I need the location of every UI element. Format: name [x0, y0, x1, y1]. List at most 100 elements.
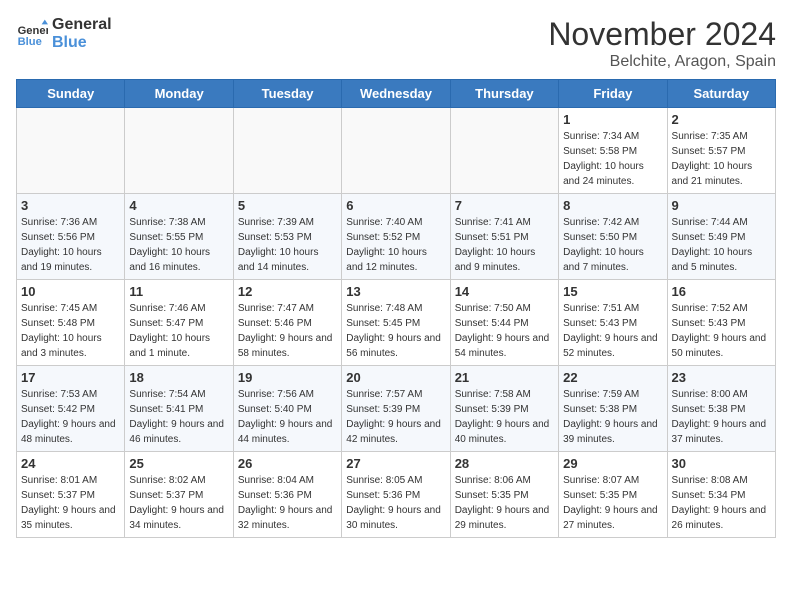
calendar-cell: 10Sunrise: 7:45 AM Sunset: 5:48 PM Dayli…	[17, 280, 125, 366]
logo-text-line2: Blue	[52, 34, 112, 52]
weekday-header-thursday: Thursday	[450, 80, 558, 108]
calendar-cell	[233, 108, 341, 194]
day-number: 9	[672, 198, 771, 213]
day-info: Sunrise: 7:56 AM Sunset: 5:40 PM Dayligh…	[238, 387, 337, 447]
calendar-cell: 29Sunrise: 8:07 AM Sunset: 5:35 PM Dayli…	[559, 452, 667, 538]
calendar-week-5: 24Sunrise: 8:01 AM Sunset: 5:37 PM Dayli…	[17, 452, 776, 538]
calendar-cell: 28 Sunrise: 8:06 AM Sunset: 5:35 PM Dayli…	[450, 452, 558, 538]
day-number: 11	[129, 284, 228, 299]
calendar-cell: 3 Sunrise: 7:36 AM Sunset: 5:56 PM Daylig…	[17, 194, 125, 280]
calendar-week-1: 1 Sunrise: 7:34 AM Sunset: 5:58 PM Daylig…	[17, 108, 776, 194]
day-info: Sunrise: 7:57 AM Sunset: 5:39 PM Dayligh…	[346, 387, 445, 447]
weekday-header-friday: Friday	[559, 80, 667, 108]
calendar-cell: 4 Sunrise: 7:38 AM Sunset: 5:55 PM Daylig…	[125, 194, 233, 280]
calendar-cell: 14 Sunrise: 7:50 AM Sunset: 5:44 PM Dayli…	[450, 280, 558, 366]
day-info: Sunrise: 8:00 AM Sunset: 5:38 PM Dayligh…	[672, 387, 771, 447]
weekday-header-sunday: Sunday	[17, 80, 125, 108]
calendar-cell: 1 Sunrise: 7:34 AM Sunset: 5:58 PM Daylig…	[559, 108, 667, 194]
calendar-cell: 19 Sunrise: 7:56 AM Sunset: 5:40 PM Dayli…	[233, 366, 341, 452]
day-number: 3	[21, 198, 120, 213]
day-number: 4	[129, 198, 228, 213]
title-block: November 2024 Belchite, Aragon, Spain	[548, 16, 776, 71]
weekday-header-wednesday: Wednesday	[342, 80, 450, 108]
day-number: 19	[238, 370, 337, 385]
calendar-cell: 22 Sunrise: 7:59 AM Sunset: 5:38 PM Dayli…	[559, 366, 667, 452]
calendar-cell: 8 Sunrise: 7:42 AM Sunset: 5:50 PM Daylig…	[559, 194, 667, 280]
calendar-cell: 26 Sunrise: 8:04 AM Sunset: 5:36 PM Dayli…	[233, 452, 341, 538]
calendar-cell: 9 Sunrise: 7:44 AM Sunset: 5:49 PM Daylig…	[667, 194, 775, 280]
calendar-cell: 24Sunrise: 8:01 AM Sunset: 5:37 PM Dayli…	[17, 452, 125, 538]
logo: General Blue General Blue	[16, 16, 112, 52]
page-header: General Blue General Blue November 2024 …	[16, 16, 776, 71]
day-number: 7	[455, 198, 554, 213]
calendar-cell: 5Sunrise: 7:39 AM Sunset: 5:53 PM Daylig…	[233, 194, 341, 280]
day-number: 12	[238, 284, 337, 299]
calendar-cell: 21 Sunrise: 7:58 AM Sunset: 5:39 PM Dayli…	[450, 366, 558, 452]
day-number: 23	[672, 370, 771, 385]
day-info: Sunrise: 8:04 AM Sunset: 5:36 PM Dayligh…	[238, 473, 337, 533]
day-info: Sunrise: 7:45 AM Sunset: 5:48 PM Dayligh…	[21, 301, 120, 361]
day-info: Sunrise: 7:53 AM Sunset: 5:42 PM Dayligh…	[21, 387, 120, 447]
day-info: Sunrise: 7:48 AM Sunset: 5:45 PM Dayligh…	[346, 301, 445, 361]
calendar-week-3: 10Sunrise: 7:45 AM Sunset: 5:48 PM Dayli…	[17, 280, 776, 366]
day-number: 14	[455, 284, 554, 299]
svg-text:Blue: Blue	[18, 36, 42, 48]
day-info: Sunrise: 7:51 AM Sunset: 5:43 PM Dayligh…	[563, 301, 662, 361]
calendar-cell: 18 Sunrise: 7:54 AM Sunset: 5:41 PM Dayli…	[125, 366, 233, 452]
svg-text:General: General	[18, 25, 48, 37]
calendar-cell: 27Sunrise: 8:05 AM Sunset: 5:36 PM Dayli…	[342, 452, 450, 538]
logo-icon: General Blue	[16, 18, 48, 50]
day-info: Sunrise: 7:42 AM Sunset: 5:50 PM Dayligh…	[563, 215, 662, 275]
day-number: 26	[238, 456, 337, 471]
day-info: Sunrise: 8:02 AM Sunset: 5:37 PM Dayligh…	[129, 473, 228, 533]
day-info: Sunrise: 7:44 AM Sunset: 5:49 PM Dayligh…	[672, 215, 771, 275]
day-info: Sunrise: 7:36 AM Sunset: 5:56 PM Dayligh…	[21, 215, 120, 275]
day-number: 8	[563, 198, 662, 213]
day-info: Sunrise: 7:34 AM Sunset: 5:58 PM Dayligh…	[563, 129, 662, 189]
calendar-cell	[342, 108, 450, 194]
calendar-cell: 25 Sunrise: 8:02 AM Sunset: 5:37 PM Dayli…	[125, 452, 233, 538]
day-number: 29	[563, 456, 662, 471]
day-info: Sunrise: 7:38 AM Sunset: 5:55 PM Dayligh…	[129, 215, 228, 275]
day-number: 24	[21, 456, 120, 471]
calendar-cell: 17 Sunrise: 7:53 AM Sunset: 5:42 PM Dayli…	[17, 366, 125, 452]
day-info: Sunrise: 7:47 AM Sunset: 5:46 PM Dayligh…	[238, 301, 337, 361]
day-number: 28	[455, 456, 554, 471]
calendar-week-2: 3 Sunrise: 7:36 AM Sunset: 5:56 PM Daylig…	[17, 194, 776, 280]
calendar-table: SundayMondayTuesdayWednesdayThursdayFrid…	[16, 79, 776, 538]
location: Belchite, Aragon, Spain	[548, 53, 776, 71]
calendar-cell: 2 Sunrise: 7:35 AM Sunset: 5:57 PM Daylig…	[667, 108, 775, 194]
calendar-cell: 15Sunrise: 7:51 AM Sunset: 5:43 PM Dayli…	[559, 280, 667, 366]
calendar-cell	[17, 108, 125, 194]
calendar-cell: 7Sunrise: 7:41 AM Sunset: 5:51 PM Daylig…	[450, 194, 558, 280]
day-info: Sunrise: 7:59 AM Sunset: 5:38 PM Dayligh…	[563, 387, 662, 447]
weekday-header-saturday: Saturday	[667, 80, 775, 108]
day-number: 17	[21, 370, 120, 385]
day-number: 21	[455, 370, 554, 385]
day-info: Sunrise: 8:06 AM Sunset: 5:35 PM Dayligh…	[455, 473, 554, 533]
weekday-header-tuesday: Tuesday	[233, 80, 341, 108]
day-number: 18	[129, 370, 228, 385]
calendar-cell: 20Sunrise: 7:57 AM Sunset: 5:39 PM Dayli…	[342, 366, 450, 452]
month-title: November 2024	[548, 16, 776, 53]
day-info: Sunrise: 7:35 AM Sunset: 5:57 PM Dayligh…	[672, 129, 771, 189]
day-number: 25	[129, 456, 228, 471]
day-info: Sunrise: 7:46 AM Sunset: 5:47 PM Dayligh…	[129, 301, 228, 361]
calendar-cell: 23 Sunrise: 8:00 AM Sunset: 5:38 PM Dayli…	[667, 366, 775, 452]
calendar-week-4: 17 Sunrise: 7:53 AM Sunset: 5:42 PM Dayli…	[17, 366, 776, 452]
calendar-cell: 12 Sunrise: 7:47 AM Sunset: 5:46 PM Dayli…	[233, 280, 341, 366]
day-number: 2	[672, 112, 771, 127]
day-number: 30	[672, 456, 771, 471]
day-info: Sunrise: 7:50 AM Sunset: 5:44 PM Dayligh…	[455, 301, 554, 361]
day-number: 22	[563, 370, 662, 385]
day-number: 1	[563, 112, 662, 127]
day-info: Sunrise: 7:58 AM Sunset: 5:39 PM Dayligh…	[455, 387, 554, 447]
day-number: 6	[346, 198, 445, 213]
day-number: 5	[238, 198, 337, 213]
day-info: Sunrise: 8:08 AM Sunset: 5:34 PM Dayligh…	[672, 473, 771, 533]
day-info: Sunrise: 7:54 AM Sunset: 5:41 PM Dayligh…	[129, 387, 228, 447]
calendar-cell: 16Sunrise: 7:52 AM Sunset: 5:43 PM Dayli…	[667, 280, 775, 366]
day-info: Sunrise: 8:05 AM Sunset: 5:36 PM Dayligh…	[346, 473, 445, 533]
calendar-cell: 30 Sunrise: 8:08 AM Sunset: 5:34 PM Dayli…	[667, 452, 775, 538]
logo-text-line1: General	[52, 16, 112, 34]
